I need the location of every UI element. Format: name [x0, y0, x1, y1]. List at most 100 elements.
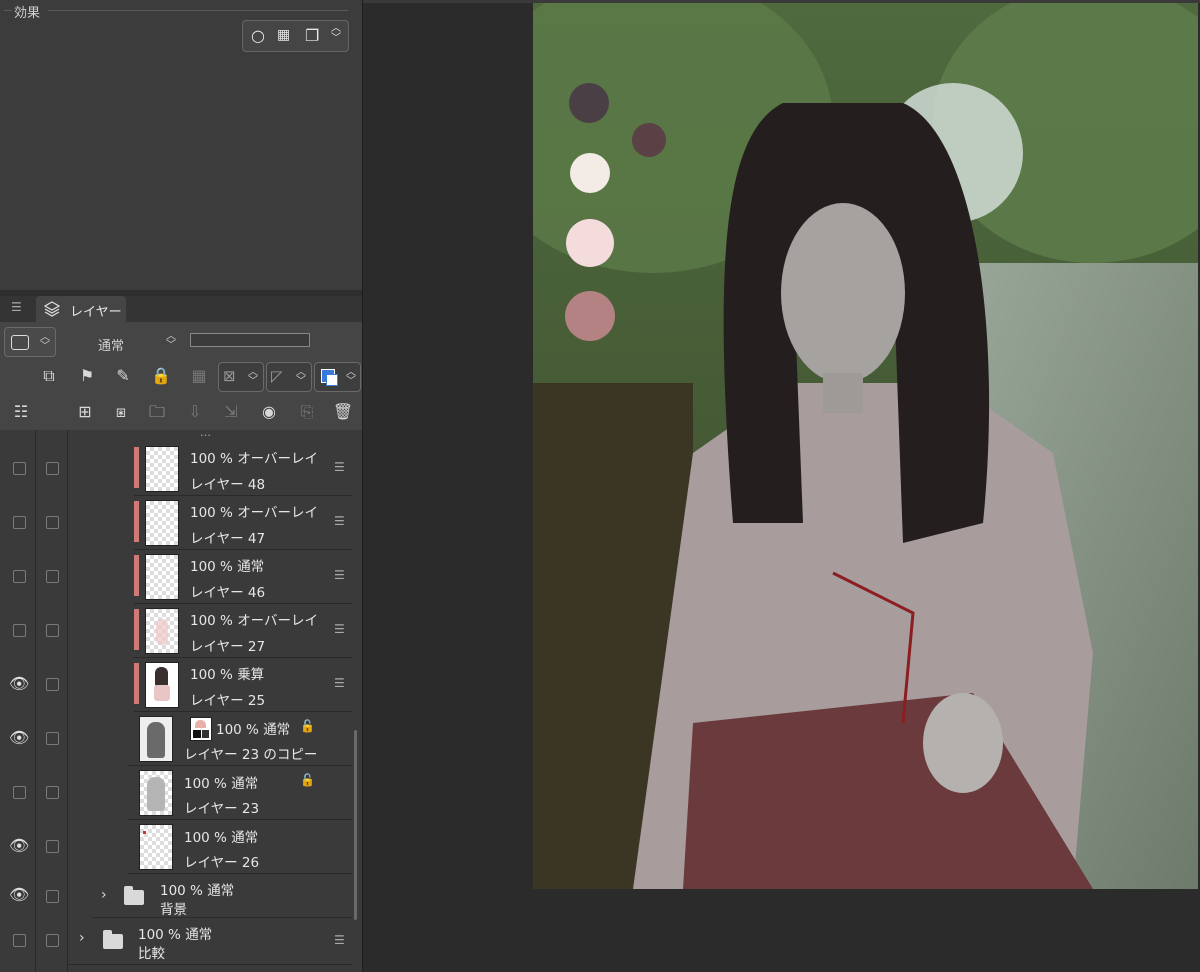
lock-checkbox[interactable]	[46, 840, 59, 853]
face	[781, 203, 905, 383]
layer-name: レイヤー 23	[184, 801, 260, 817]
folder-opacity: 100 %	[160, 883, 203, 899]
lock-transparency-icon[interactable]: ▦	[188, 365, 210, 387]
draft-layer-icon[interactable]: ✎	[112, 365, 134, 387]
clipping-indicator	[134, 447, 139, 488]
lock-checkbox[interactable]	[46, 786, 59, 799]
layer-opacity-mode: 100 % 通常	[184, 826, 258, 846]
layer-color-select[interactable]: ︿ ﹀	[4, 327, 56, 357]
artwork	[533, 3, 1198, 889]
visibility-checkbox[interactable]	[13, 462, 26, 475]
lock-transparency-icon: 🔓	[300, 719, 315, 733]
mask-dark	[202, 730, 209, 738]
layer-opacity: 100 %	[190, 613, 233, 629]
halftone-icon[interactable]: ▦	[277, 27, 290, 43]
lock-checkbox[interactable]	[46, 516, 59, 529]
layer-menu-icon[interactable]: ☰	[334, 568, 345, 582]
chevron-updown-icon: ︿ ﹀	[248, 367, 258, 387]
canvas[interactable]	[533, 3, 1198, 889]
clipping-indicator	[134, 663, 139, 704]
folder-opacity: 100 %	[138, 927, 181, 943]
layer-thumbnail	[139, 716, 173, 762]
layer-name: レイヤー 48	[190, 477, 266, 493]
visibility-checkbox[interactable]	[13, 786, 26, 799]
lock-checkbox[interactable]	[46, 678, 59, 691]
ruler-select[interactable]: ◸ ︿ ﹀	[266, 362, 312, 392]
layer-menu-icon[interactable]: ☰	[334, 622, 345, 636]
blend-mode-select[interactable]: 通常	[98, 335, 124, 354]
mask-thumbnail	[190, 717, 212, 741]
layer-list-icon[interactable]: ☷	[10, 401, 32, 423]
lock-checkbox[interactable]	[46, 462, 59, 475]
layer-opacity: 100 %	[190, 559, 233, 575]
layer-blend-mode: オーバーレイ	[237, 613, 319, 629]
lock-checkbox[interactable]	[46, 890, 59, 903]
effects-panel: 効果 ○ ▦ ❐ ︿ ﹀	[0, 0, 362, 290]
effects-selector[interactable]: ○ ▦ ❐ ︿ ﹀	[242, 20, 349, 52]
mask-select[interactable]: ⊠ ︿ ﹀	[218, 362, 264, 392]
clip-layer-icon[interactable]: ⧉	[38, 365, 60, 387]
layer-properties: ︿ ﹀ 通常 ︿ ﹀ ⧉ ⚑ ✎ 🔒 ▦ ⊠ ︿ ﹀ ◸ ︿ ﹀ ︿ ﹀ ☷ ⊞…	[0, 322, 362, 430]
delete-layer-icon[interactable]: 🗑	[332, 401, 354, 423]
folder-opacity-mode: 100 % 通常	[160, 879, 234, 899]
layer-menu-icon[interactable]: ☰	[334, 933, 345, 947]
tab-layer[interactable]: レイヤー	[36, 296, 126, 322]
layer-scrollbar[interactable]	[354, 730, 357, 920]
layer-thumbnail	[145, 662, 179, 708]
visibility-checkbox[interactable]	[13, 570, 26, 583]
apply-mask-icon[interactable]: ⎘	[296, 401, 318, 423]
lock-checkbox[interactable]	[46, 934, 59, 947]
eye-icon[interactable]: 👁	[9, 674, 29, 693]
visibility-checkbox[interactable]	[13, 516, 26, 529]
layer-thumbnail	[145, 608, 179, 654]
chevron-updown-icon: ︿ ﹀	[296, 367, 306, 387]
ruler-icon: ◸	[271, 367, 283, 385]
mask-icon: ⊠	[223, 367, 236, 385]
layer-opacity: 100 %	[190, 451, 233, 467]
opacity-slider[interactable]	[190, 333, 310, 347]
folder-blend-mode: 通常	[207, 883, 235, 899]
layer-blend-mode: オーバーレイ	[237, 505, 319, 521]
eye-icon[interactable]: 👁	[9, 885, 29, 904]
layer-thumbnail	[145, 500, 179, 546]
clipping-indicator	[134, 609, 139, 650]
layer-opacity-mode: 100 % オーバーレイ	[190, 447, 318, 467]
folder-name: 背景	[160, 902, 187, 918]
chevron-updown-icon: ︿ ﹀	[40, 332, 50, 352]
circle-icon[interactable]: ○	[251, 26, 265, 45]
reference-layer-icon[interactable]: ⚑	[76, 365, 98, 387]
lock-checkbox[interactable]	[46, 732, 59, 745]
layer-color-mode-select[interactable]: ︿ ﹀	[314, 362, 361, 392]
blend-row: ︿ ﹀ 通常 ︿ ﹀	[0, 322, 362, 358]
lock-checkbox[interactable]	[46, 570, 59, 583]
layer-menu-icon[interactable]: ☰	[334, 460, 345, 474]
visibility-checkbox[interactable]	[13, 934, 26, 947]
layer-opacity: 100 %	[216, 722, 259, 738]
layer-menu-icon[interactable]: ☰	[334, 676, 345, 690]
chevron-right-icon[interactable]: ›	[79, 930, 85, 946]
palette-swatch	[569, 83, 609, 123]
eye-icon[interactable]: 👁	[9, 728, 29, 747]
blend-mode-chevron-icon[interactable]: ︿ ﹀	[165, 332, 177, 351]
merge-down-icon[interactable]: ⇲	[220, 401, 242, 423]
menu-icon[interactable]: ☰	[11, 300, 22, 314]
chevron-updown-icon[interactable]: ︿ ﹀	[331, 24, 341, 44]
palette-swatch	[565, 291, 615, 341]
visibility-checkbox[interactable]	[13, 624, 26, 637]
layer-name: レイヤー 23 のコピー	[184, 747, 318, 763]
transfer-down-icon[interactable]: ⇩	[184, 401, 206, 423]
chevron-right-icon[interactable]: ›	[101, 887, 107, 903]
new-folder-icon[interactable]: 🗀	[146, 401, 168, 423]
layer-opacity: 100 %	[184, 830, 227, 846]
lock-checkbox[interactable]	[46, 624, 59, 637]
effects-title: 効果	[14, 6, 41, 21]
new-vector-layer-icon[interactable]: ⧆	[110, 401, 132, 423]
layer-name: レイヤー 25	[190, 693, 266, 709]
layer-menu-icon[interactable]: ☰	[334, 514, 345, 528]
lock-icon[interactable]: 🔒	[150, 365, 172, 387]
eye-icon[interactable]: 👁	[9, 836, 29, 855]
create-mask-icon[interactable]: ◉	[258, 401, 280, 423]
shadow-icon[interactable]: ❐	[305, 26, 319, 45]
new-raster-layer-icon[interactable]: ⊞	[74, 401, 96, 423]
lock-row: ⧉ ⚑ ✎ 🔒 ▦ ⊠ ︿ ﹀ ◸ ︿ ﹀ ︿ ﹀	[0, 358, 362, 394]
